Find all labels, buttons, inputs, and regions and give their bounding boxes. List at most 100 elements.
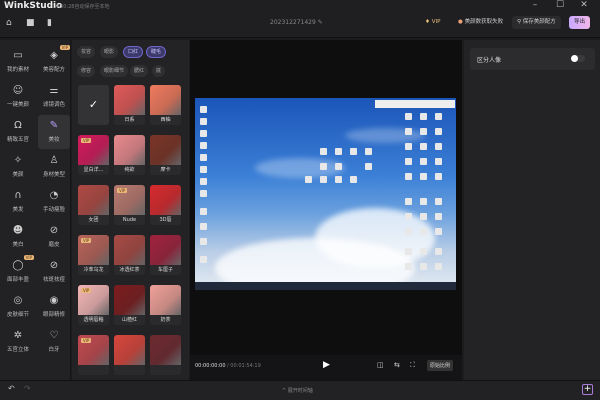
filter-chip[interactable]: 眼影细节	[100, 65, 129, 77]
portrait-toggle[interactable]	[571, 55, 585, 62]
sidebar-item-label: 一键美颜	[6, 102, 29, 108]
sidebar-item-body[interactable]: ♙ 身材美型	[38, 150, 70, 184]
sidebar-item-folder[interactable]: ▭ 我的素材	[2, 45, 34, 79]
sidebar-item-layers[interactable]: ◈ 美容配方 VIP	[38, 45, 70, 79]
sidebar-item-eye[interactable]: ◉ 眼部精修	[38, 290, 70, 324]
sidebar-item-label: 我的素材	[6, 67, 29, 73]
desktop-icon	[405, 143, 412, 150]
status-icon: ●	[458, 19, 463, 25]
filter-chip[interactable]: 修容	[77, 65, 96, 77]
desktop-icon	[405, 113, 412, 120]
lipstick-swatch	[150, 85, 181, 115]
sidebar-item-hair[interactable]: ∩ 美发	[2, 185, 34, 219]
lipstick-label	[150, 365, 181, 375]
lipstick-tile[interactable]: 冷萃乌龙 VIP	[78, 235, 109, 275]
lipstick-tile[interactable]: 车厘子	[150, 235, 181, 275]
lipstick-tile[interactable]: 摩卡	[150, 135, 181, 175]
filter-chip[interactable]: 眼影	[100, 46, 119, 58]
file-icon[interactable]: ▮	[47, 18, 52, 28]
lipstick-tile[interactable]: 3D唇	[150, 185, 181, 225]
lipstick-tile[interactable]: 西柚	[150, 85, 181, 125]
adjust-icon[interactable]: ⇆	[394, 361, 400, 369]
lipstick-swatch	[114, 135, 145, 165]
add-button[interactable]: +	[582, 384, 593, 395]
lipstick-tile[interactable]: 女团	[78, 185, 109, 225]
vip-button[interactable]: ♦ VIP	[420, 16, 445, 29]
sidebar-item-skin[interactable]: ◎ 皮肤细节	[2, 290, 34, 324]
desktop-icon	[435, 143, 442, 150]
desktop-icon	[405, 248, 412, 255]
filter-chip[interactable]: 底	[152, 65, 166, 77]
lipstick-tile[interactable]	[150, 335, 181, 375]
sidebar-item-face-slim[interactable]: ◔ 手动瘦脸	[38, 185, 70, 219]
lipstick-tile[interactable]: 山楂红	[114, 285, 145, 325]
desktop-icon	[420, 213, 427, 220]
desktop-icon	[405, 158, 412, 165]
sidebar-item-sliders[interactable]: ⚌ 滤镜调色	[38, 80, 70, 114]
lipstick-tile[interactable]: VIP	[78, 335, 109, 375]
filter-chip[interactable]: 妆容	[77, 46, 96, 58]
magic-wand-icon: ✧	[13, 155, 23, 166]
filter-chip[interactable]: 睫毛	[146, 46, 167, 58]
play-icon[interactable]: ▶	[323, 360, 330, 370]
sidebar-item-magic-wand[interactable]: ✧ 美颜	[2, 150, 34, 184]
sidebar-item-label: 美妆	[48, 137, 60, 143]
lipstick-swatch	[150, 285, 181, 315]
lipstick-tile[interactable]: 显白洋... VIP	[78, 135, 109, 175]
original-ratio-button[interactable]: 原始比例	[427, 360, 454, 371]
undo-icon[interactable]: ↶	[8, 384, 15, 393]
lipstick-swatch	[114, 85, 145, 115]
lipstick-tile[interactable]: 纯欲	[114, 135, 145, 175]
lipstick-label: 车厘子	[150, 265, 181, 275]
lipstick-tile[interactable]: 透明唇釉 VIP	[78, 285, 109, 325]
lipstick-tile[interactable]: 奶茶	[150, 285, 181, 325]
lipstick-tile[interactable]: 冰透红茶	[114, 235, 145, 275]
redo-icon[interactable]: ↷	[24, 384, 31, 393]
sliders-icon: ⚌	[49, 85, 59, 96]
desktop-icon	[420, 158, 427, 165]
maximize-button[interactable]: ☐	[550, 0, 570, 10]
lipstick-swatch	[78, 185, 109, 215]
sidebar-item-face[interactable]: ☺ 一键美颜	[2, 80, 34, 114]
project-name[interactable]: 202312271429 ✎	[270, 19, 323, 26]
expand-timeline-button[interactable]: ^ 展开时间轴	[282, 387, 313, 394]
export-button[interactable]: 导出	[569, 16, 591, 29]
filter-chip[interactable]: 腮红	[130, 65, 149, 77]
sidebar-item-smooth[interactable]: ⊘ 磨皮	[38, 220, 70, 254]
lipstick-tile[interactable]: Nude VIP	[114, 185, 145, 225]
desktop-window-toolbar	[375, 100, 455, 108]
sidebar-item-face-fill[interactable]: ◯ 面部丰盈 VIP	[2, 255, 34, 289]
folder-icon: ▭	[13, 50, 23, 61]
sidebar-item-contour[interactable]: ✲ 五官立体	[2, 325, 34, 359]
desktop-icon	[365, 163, 372, 170]
close-button[interactable]: ✕	[574, 0, 594, 10]
save-recipe-button[interactable]: ⚲ 保存美颜配方	[512, 16, 561, 29]
sidebar-item-label: 身材美型	[42, 172, 65, 178]
contour-icon: ✲	[13, 330, 23, 341]
minimize-button[interactable]: –	[525, 0, 545, 10]
sidebar-item-makeup-brush[interactable]: ✎ 美妆	[38, 115, 70, 149]
lipstick-none[interactable]: ✓	[78, 85, 109, 125]
sidebar-item-tooth[interactable]: ♡ 白牙	[38, 325, 70, 359]
home-icon[interactable]: ⌂	[6, 18, 12, 28]
filter-chip[interactable]: 口红	[123, 46, 144, 58]
fullscreen-icon[interactable]: ⛶	[410, 361, 415, 370]
lipstick-tile[interactable]	[114, 335, 145, 375]
lipstick-label: 冷萃乌龙	[78, 265, 109, 275]
lipstick-label: 日系	[114, 115, 145, 125]
desktop-icon	[335, 148, 342, 155]
hair-icon: ∩	[14, 190, 22, 201]
expand-timeline-label: 展开时间轴	[287, 388, 313, 394]
folder-icon[interactable]: ■	[26, 18, 35, 28]
face-icon: ☺	[12, 85, 24, 96]
edit-icon[interactable]: ✎	[318, 19, 323, 26]
sidebar-item-label: 磨皮	[48, 242, 60, 248]
compare-icon[interactable]: ◫	[377, 361, 384, 369]
sidebar-item-blemish[interactable]: ⊘ 祛斑祛痘	[38, 255, 70, 289]
total-time: / 00:01:54:19	[227, 363, 261, 369]
sidebar-item-portrait[interactable]: Ω 精致五官	[2, 115, 34, 149]
body-icon: ♙	[49, 155, 59, 166]
lipstick-tile[interactable]: 日系	[114, 85, 145, 125]
desktop-icon	[420, 143, 427, 150]
sidebar-item-whitening[interactable]: ☻ 美白	[2, 220, 34, 254]
